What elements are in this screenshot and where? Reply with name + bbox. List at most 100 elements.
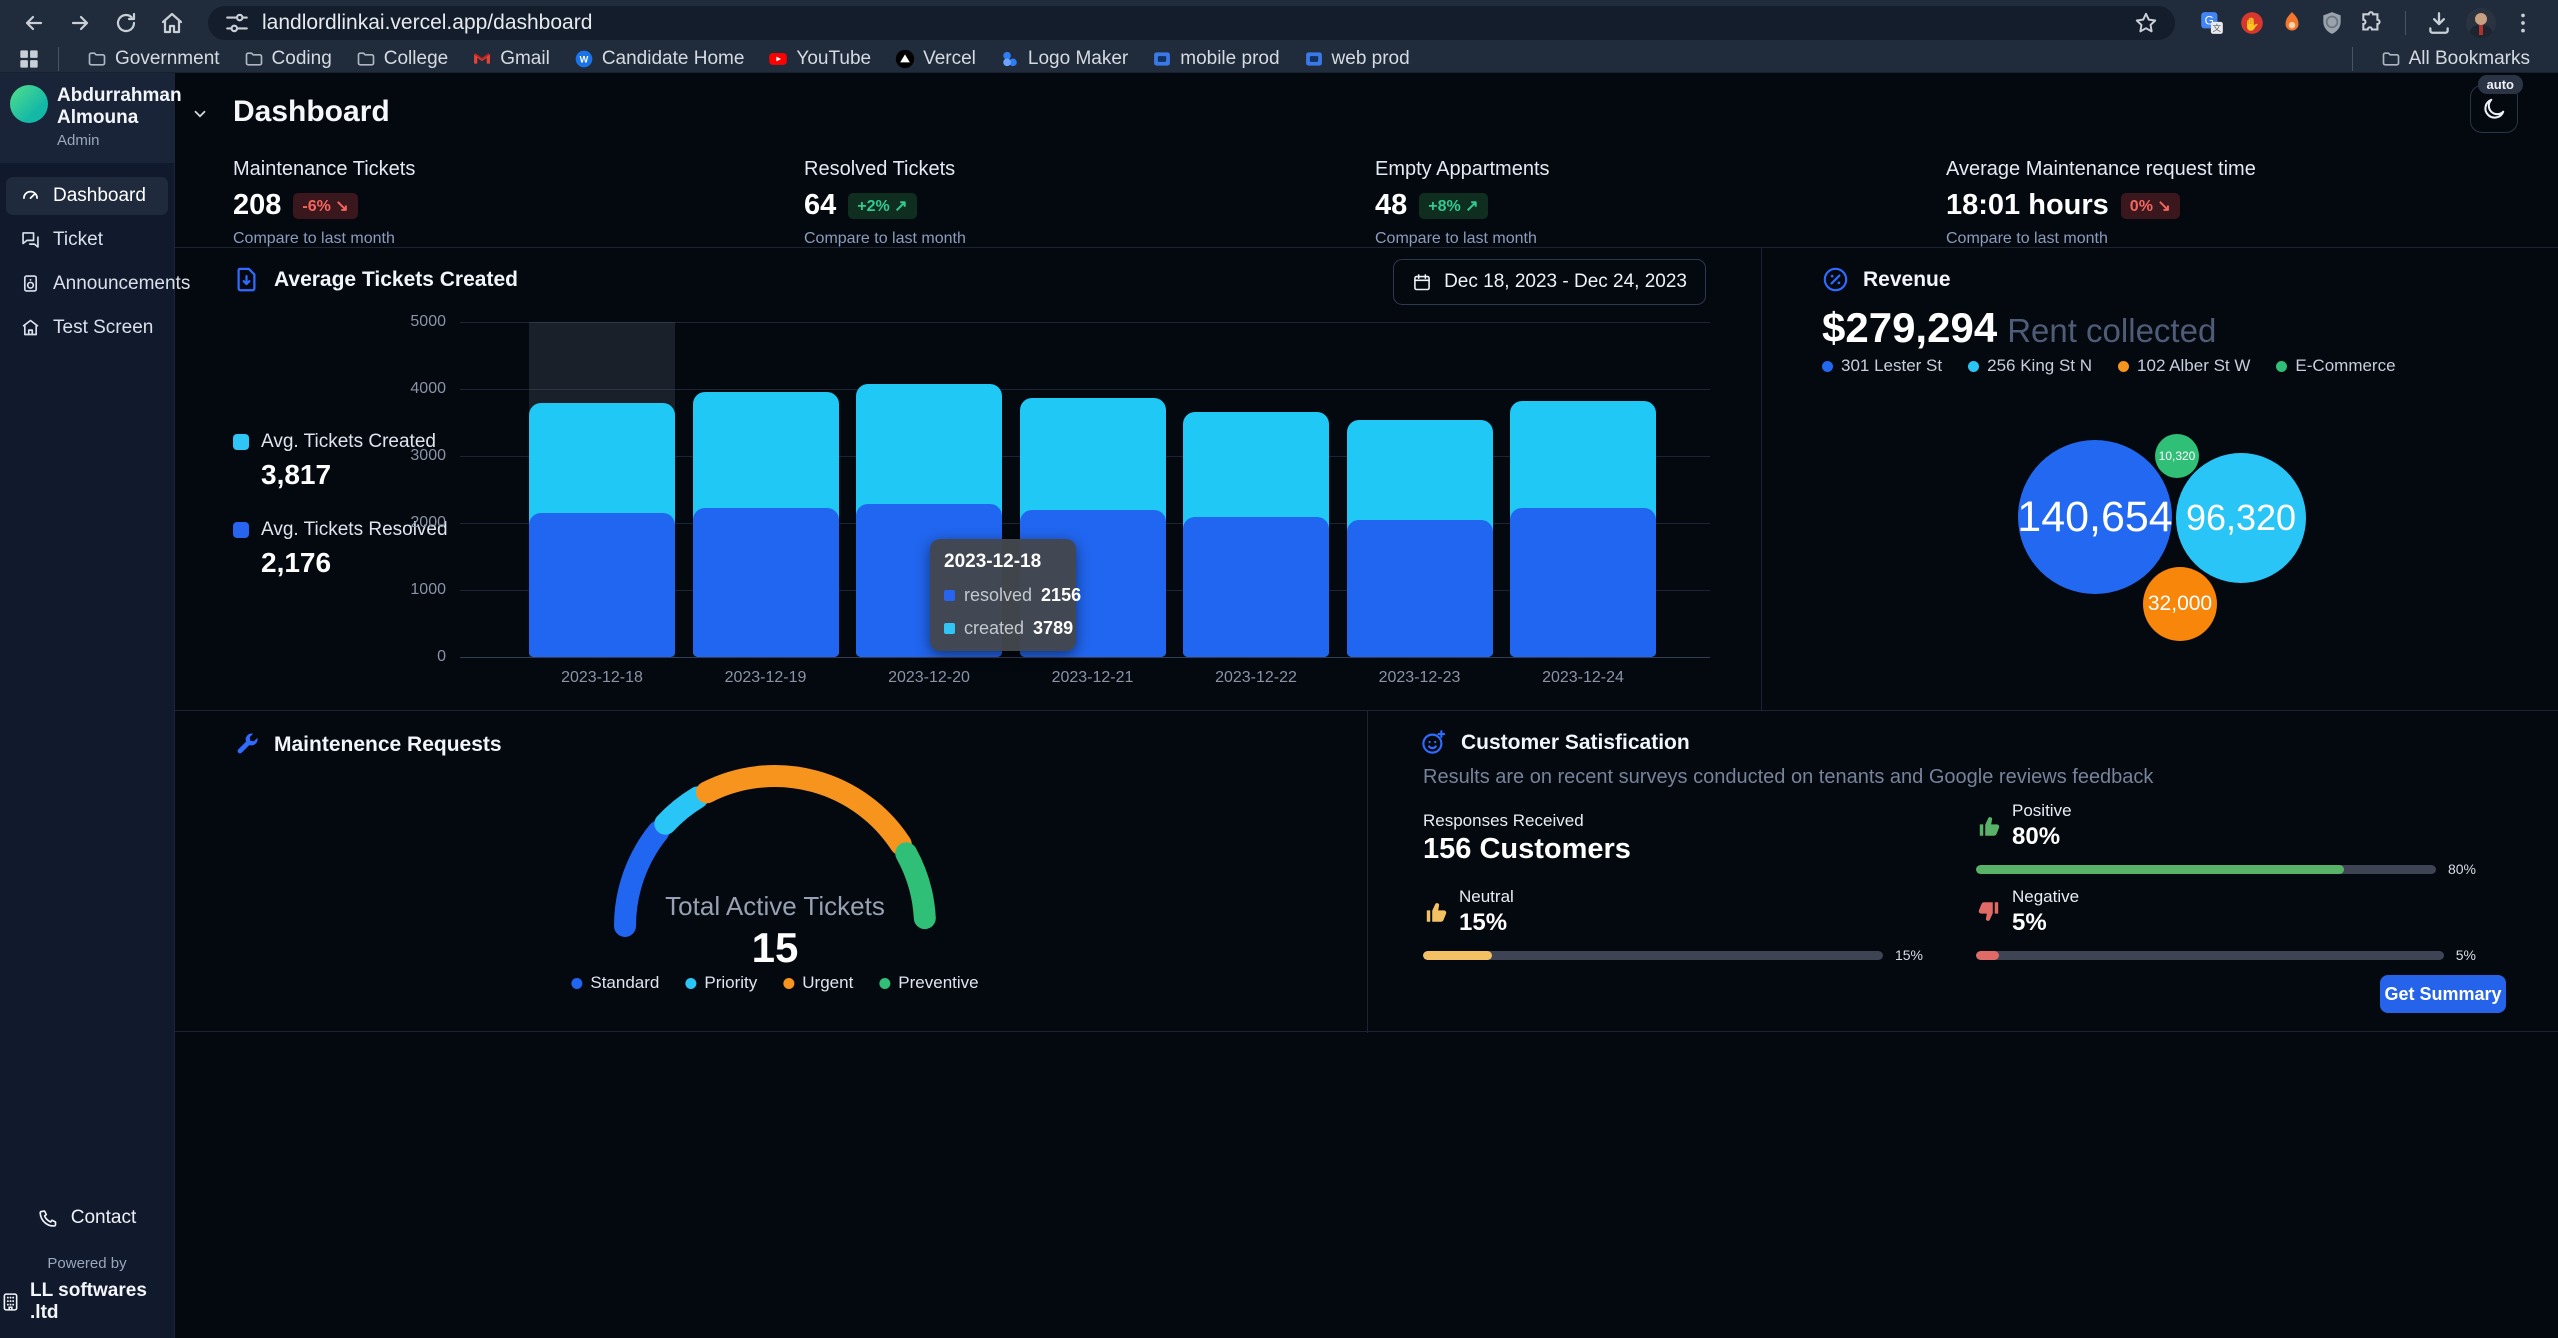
bookmark-item[interactable]: WCandidate Home [562,48,757,70]
stat-subtext: Compare to last month [804,230,1375,248]
sidebar-item-test-screen[interactable]: Test Screen [6,309,168,347]
bookmark-item[interactable]: College [344,48,460,70]
x-axis-label: 2023-12-23 [1335,669,1505,687]
revenue-bubble-256-king-st-n[interactable]: 96,320 [2176,453,2306,583]
star-icon[interactable] [2133,10,2159,36]
all-bookmarks-button[interactable]: All Bookmarks [2369,48,2542,70]
tooltip-date: 2023-12-18 [944,551,1062,573]
contact-button[interactable]: Contact [0,1207,174,1229]
legend-dot [571,978,582,989]
maintenance-panel-title: Maintenence Requests [274,733,502,757]
x-axis-label: 2023-12-19 [681,669,851,687]
date-range-label: Dec 18, 2023 - Dec 24, 2023 [1444,271,1687,293]
legend-dot [783,978,794,989]
bookmark-item[interactable]: Logo Maker [988,48,1140,70]
profile-avatar[interactable] [2466,8,2496,38]
get-summary-button[interactable]: Get Summary [2380,975,2506,1013]
svg-text:W: W [580,54,589,64]
document-icon [233,266,260,293]
revenue-bubble-e-commerce[interactable]: 10,320 [2155,434,2199,478]
side-nav: Dashboard Ticket Announcements Test Screen [0,177,174,347]
user-card[interactable]: Abdurrahman Almouna Admin [0,73,174,163]
gridline [460,657,1710,658]
sidebar-item-dashboard[interactable]: Dashboard [6,177,168,215]
browser-toolbar: landlordlinkai.vercel.app/dashboard G文 ✋ [0,0,2558,45]
apps-grid-icon[interactable] [16,46,42,72]
legend-swatch [233,434,249,450]
bookmark-item[interactable]: YouTube [756,48,883,70]
relay-icon[interactable] [2279,10,2305,36]
bookmark-item[interactable]: Government [75,48,232,70]
sidebar-item-announcements[interactable]: Announcements [6,265,168,303]
gauge-segment-priority[interactable] [665,797,697,823]
youtube-icon [768,49,788,69]
shield-icon[interactable] [2319,10,2345,36]
x-axis-label: 2023-12-24 [1498,669,1668,687]
download-icon[interactable] [2426,10,2452,36]
adblock-icon[interactable]: ✋ [2239,10,2265,36]
legend-label: Priority [704,973,757,993]
x-axis-label: 2023-12-22 [1171,669,1341,687]
revenue-bubble-301-lester-st[interactable]: 140,654 [2018,440,2172,594]
stat-value: 64 [804,189,836,222]
back-icon[interactable] [14,3,54,43]
url-text[interactable]: landlordlinkai.vercel.app/dashboard [262,11,592,35]
theme-toggle-button[interactable]: auto [2470,85,2518,133]
sidebar-item-ticket[interactable]: Ticket [6,221,168,259]
tooltip-resolved-value: 2156 [1041,585,1081,606]
vercel-icon [895,49,915,69]
stat-value: 18:01 hours [1946,189,2109,222]
metric-progress-track [1976,865,2436,874]
sidebar-bottom: Contact Powered by LL softwares .ltd [0,1207,174,1338]
wrench-icon [233,731,260,758]
legend-value: 2,176 [261,547,448,579]
revenue-bubble-102-alber-st-w[interactable]: 32,000 [2143,567,2217,641]
bar-resolved-2023-12-22[interactable] [1183,517,1329,657]
gauge-segment-standard[interactable] [625,832,658,926]
tooltip-row-resolved: resolved 2156 [944,585,1062,606]
gauge-segment-preventive[interactable] [906,853,925,918]
thumb-up-icon [1976,807,2002,833]
bookmark-label: web prod [1332,48,1410,70]
chart-tooltip: 2023-12-18 resolved 2156 created 3789 [930,539,1076,651]
sidebar: Abdurrahman Almouna Admin Dashboard Ticke… [0,73,175,1338]
stat-label: Resolved Tickets [804,158,1375,181]
bookmark-item[interactable]: Vercel [883,48,988,70]
reload-icon[interactable] [106,3,146,43]
bookmark-item[interactable]: Gmail [460,48,562,70]
legend-label: Standard [590,973,659,993]
bookmarks-bar: Government CodingCollegeGmailWCandidate H… [0,45,2558,73]
bar-resolved-2023-12-18[interactable] [529,513,675,657]
charts-row: Average Tickets Created Dec 18, 2023 - D… [175,247,2558,710]
ticket-chat-icon [20,229,41,250]
stat-trend-badge: +2% ↗ [848,193,916,219]
sidebar-item-label: Announcements [53,273,190,295]
maintenance-panel-header: Maintenence Requests [233,731,502,758]
date-range-button[interactable]: Dec 18, 2023 - Dec 24, 2023 [1393,259,1706,305]
gauge-segment-urgent[interactable] [707,776,901,844]
bar-resolved-2023-12-24[interactable] [1510,508,1656,657]
stat-card: Maintenance Tickets208-6% ↘Compare to la… [233,158,804,248]
x-axis-label: 2023-12-20 [844,669,1014,687]
bookmark-item[interactable]: mobile prod [1140,48,1291,70]
stats-row: Maintenance Tickets208-6% ↘Compare to la… [233,158,2558,248]
bar-resolved-2023-12-19[interactable] [693,508,839,657]
stat-subtext: Compare to last month [1375,230,1946,248]
forward-icon[interactable] [60,3,100,43]
kebab-menu-icon[interactable] [2510,10,2536,36]
stat-label: Empty Appartments [1375,158,1946,181]
bookmarks-list: Government CodingCollegeGmailWCandidate H… [75,48,1422,70]
bookmark-label: Government [115,48,220,70]
home-icon [20,317,41,338]
home-icon[interactable] [152,3,192,43]
translate-icon[interactable]: G文 [2199,10,2225,36]
bar-resolved-2023-12-23[interactable] [1347,520,1493,657]
stat-value: 208 [233,189,281,222]
puzzle-icon[interactable] [2359,10,2385,36]
gauge-legend-item: Preventive [879,973,978,993]
url-bar[interactable]: landlordlinkai.vercel.app/dashboard [208,6,2175,40]
legend-label: Urgent [802,973,853,993]
tune-icon[interactable] [224,10,250,36]
bookmark-item[interactable]: web prod [1292,48,1422,70]
bookmark-item[interactable]: Coding [232,48,344,70]
